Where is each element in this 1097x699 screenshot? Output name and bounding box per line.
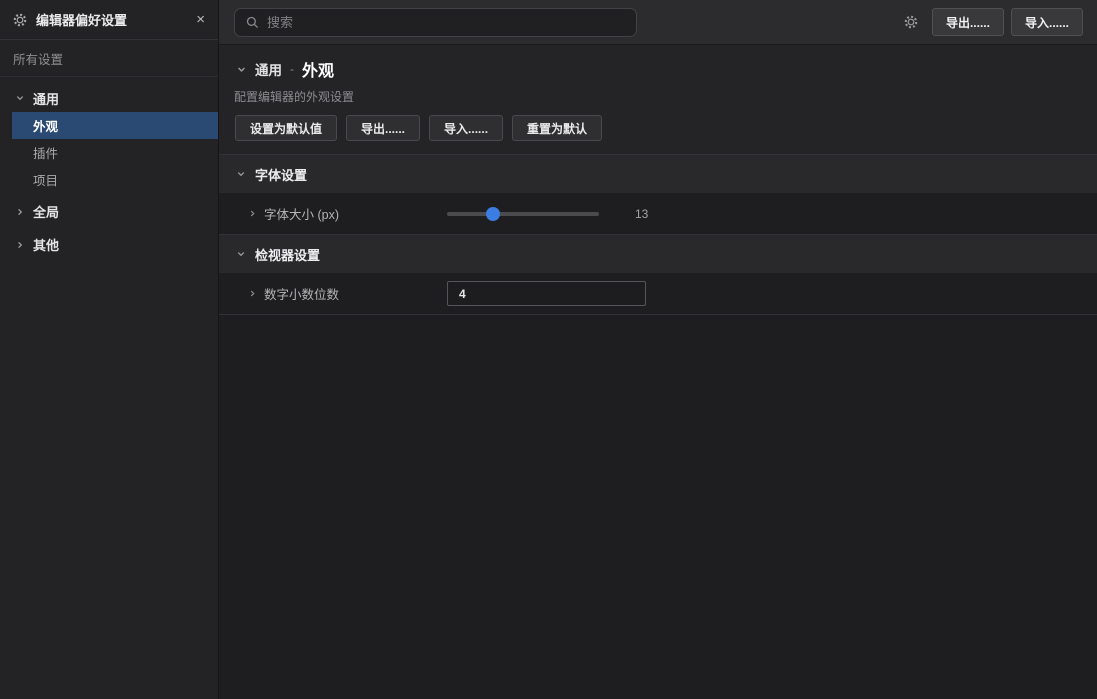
tree-item-project[interactable]: 项目 <box>0 166 218 193</box>
page-action-buttons: 设置为默认值 导出...... 导入...... 重置为默认 <box>219 115 1097 141</box>
font-size-control: 13 <box>447 207 648 221</box>
breadcrumb-parent[interactable]: 通用 <box>255 59 282 79</box>
settings-content: 通用 - 外观 配置编辑器的外观设置 设置为默认值 导出...... 导入...… <box>219 45 1097 699</box>
breadcrumb-separator: - <box>290 62 294 76</box>
setting-label: 数字小数位数 <box>264 284 339 303</box>
chevron-down-icon[interactable] <box>236 64 247 75</box>
setting-label-wrap: 数字小数位数 <box>219 284 447 303</box>
sidebar: 编辑器偏好设置 × 所有设置 通用 外观 插件 项目 <box>0 0 219 699</box>
page-title: 外观 <box>302 57 334 81</box>
tree-group-label: 全局 <box>33 202 59 221</box>
reset-default-button[interactable]: 重置为默认 <box>512 115 602 141</box>
setting-label: 字体大小 (px) <box>264 204 339 223</box>
editor-preferences-window: 编辑器偏好设置 × 所有设置 通用 外观 插件 项目 <box>0 0 1097 699</box>
setting-row-font-size: 字体大小 (px) 13 <box>219 193 1097 234</box>
search-box[interactable] <box>234 8 637 37</box>
chevron-right-icon[interactable] <box>15 207 26 217</box>
gear-icon <box>13 13 27 27</box>
section-title: 字体设置 <box>255 165 307 184</box>
section-font-settings[interactable]: 字体设置 <box>219 154 1097 193</box>
slider-track[interactable] <box>447 212 599 216</box>
font-size-slider[interactable] <box>447 207 599 221</box>
topbar: 导出...... 导入...... <box>219 0 1097 45</box>
section-title: 检视器设置 <box>255 245 320 264</box>
import-button[interactable]: 导入...... <box>1011 8 1083 36</box>
chevron-right-icon[interactable] <box>248 209 257 218</box>
breadcrumb: 通用 - 外观 <box>219 57 1097 81</box>
search-icon <box>246 16 259 29</box>
export-button[interactable]: 导出...... <box>346 115 420 141</box>
decimal-places-input[interactable] <box>447 281 646 306</box>
chevron-right-icon[interactable] <box>248 289 257 298</box>
settings-tree: 通用 外观 插件 项目 全局 其他 <box>0 77 218 259</box>
tree-group-label: 通用 <box>33 89 59 108</box>
tree-group-general[interactable]: 通用 <box>0 84 218 112</box>
tree-item-label: 项目 <box>33 170 58 189</box>
gear-icon[interactable] <box>904 15 918 29</box>
window-title: 编辑器偏好设置 <box>36 10 187 29</box>
chevron-down-icon[interactable] <box>15 93 26 103</box>
export-button[interactable]: 导出...... <box>932 8 1004 36</box>
sidebar-header: 编辑器偏好设置 × <box>0 0 218 40</box>
tree-item-label: 插件 <box>33 143 58 162</box>
font-size-slider-handle[interactable] <box>486 207 500 221</box>
tree-item-plugins[interactable]: 插件 <box>0 139 218 166</box>
tree-item-label: 外观 <box>33 116 58 135</box>
main-panel: 导出...... 导入...... 通用 - 外观 配置编辑器的外观设置 设置为… <box>219 0 1097 699</box>
search-input[interactable] <box>267 15 625 30</box>
font-size-value: 13 <box>635 207 648 221</box>
setting-row-decimal-places: 数字小数位数 <box>219 273 1097 314</box>
close-icon[interactable]: × <box>196 12 205 27</box>
import-button[interactable]: 导入...... <box>429 115 503 141</box>
tree-group-label: 其他 <box>33 235 59 254</box>
decimal-places-control <box>447 281 646 306</box>
tree-group-other[interactable]: 其他 <box>0 230 218 259</box>
tree-group-global[interactable]: 全局 <box>0 197 218 226</box>
topbar-actions: 导出...... 导入...... <box>904 8 1083 36</box>
page-header: 通用 - 外观 配置编辑器的外观设置 设置为默认值 导出...... 导入...… <box>219 45 1097 154</box>
page-description: 配置编辑器的外观设置 <box>219 88 1097 103</box>
sidebar-item-all-settings[interactable]: 所有设置 <box>0 40 218 77</box>
setting-label-wrap: 字体大小 (px) <box>219 204 447 223</box>
chevron-down-icon[interactable] <box>236 169 246 179</box>
chevron-right-icon[interactable] <box>15 240 26 250</box>
set-default-button[interactable]: 设置为默认值 <box>235 115 337 141</box>
chevron-down-icon[interactable] <box>236 249 246 259</box>
tree-item-appearance[interactable]: 外观 <box>12 112 218 139</box>
section-inspector-settings[interactable]: 检视器设置 <box>219 234 1097 273</box>
empty-area <box>219 314 1097 699</box>
